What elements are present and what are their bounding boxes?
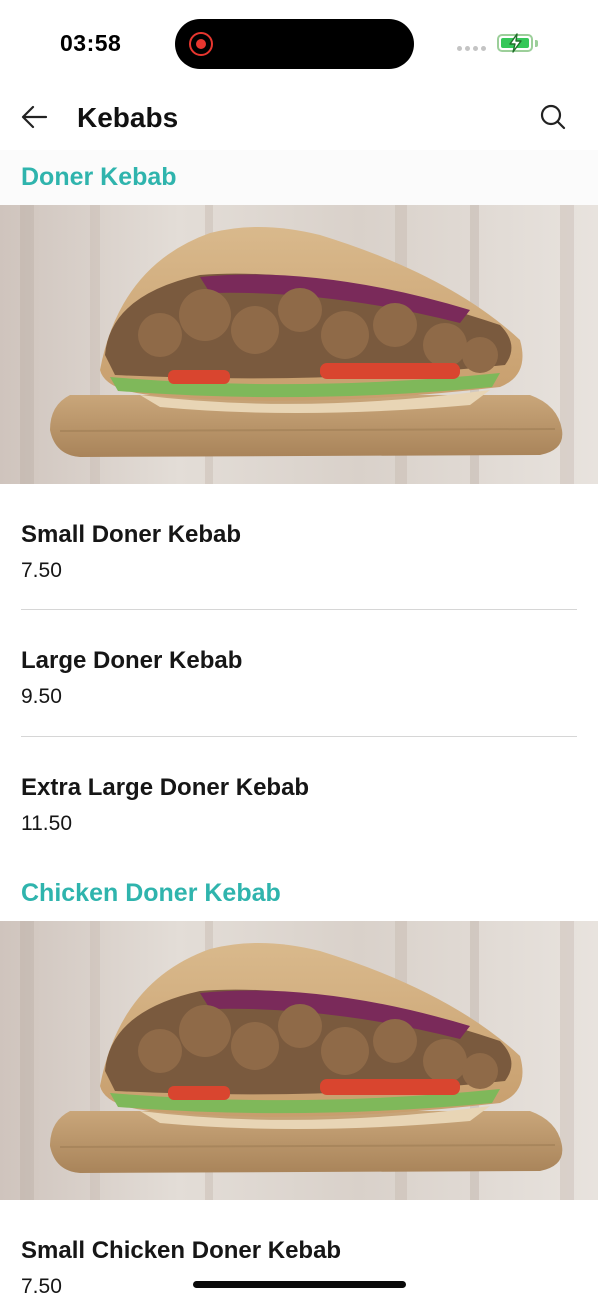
app-header: Kebabs	[0, 90, 598, 148]
charging-bolt-icon	[509, 33, 522, 53]
item-price: 11.50	[21, 812, 72, 835]
chicken-doner-kebab-image	[0, 921, 598, 1200]
doner-kebab-image	[0, 205, 598, 484]
item-price: 9.50	[21, 685, 62, 708]
section-heading: Doner Kebab	[21, 163, 177, 191]
page-title: Kebabs	[77, 102, 179, 133]
item-name: Small Doner Kebab	[21, 521, 242, 548]
back-button[interactable]	[18, 102, 52, 132]
item-name: Extra Large Doner Kebab	[21, 774, 310, 801]
menu-item[interactable]: Extra Large Doner Kebab 11.50	[21, 774, 577, 836]
section-heading: Chicken Doner Kebab	[21, 879, 281, 907]
divider	[21, 736, 577, 737]
menu-item[interactable]: Large Doner Kebab 9.50	[21, 647, 577, 709]
search-button[interactable]	[536, 100, 570, 134]
status-bar: 03:58	[0, 0, 598, 90]
divider	[21, 609, 577, 610]
home-indicator[interactable]	[193, 1281, 406, 1288]
search-icon	[540, 104, 566, 130]
cellular-signal-icon	[457, 46, 486, 51]
dynamic-island	[175, 19, 414, 69]
menu-item[interactable]: Small Chicken Doner Kebab 7.50	[21, 1237, 577, 1299]
arrow-left-icon	[21, 105, 48, 129]
item-price: 7.50	[21, 559, 62, 582]
status-time: 03:58	[60, 30, 122, 56]
item-name: Small Chicken Doner Kebab	[21, 1237, 342, 1264]
item-name: Large Doner Kebab	[21, 647, 243, 674]
screen-recording-icon	[189, 32, 213, 56]
menu-item[interactable]: Small Doner Kebab 7.50	[21, 521, 577, 583]
